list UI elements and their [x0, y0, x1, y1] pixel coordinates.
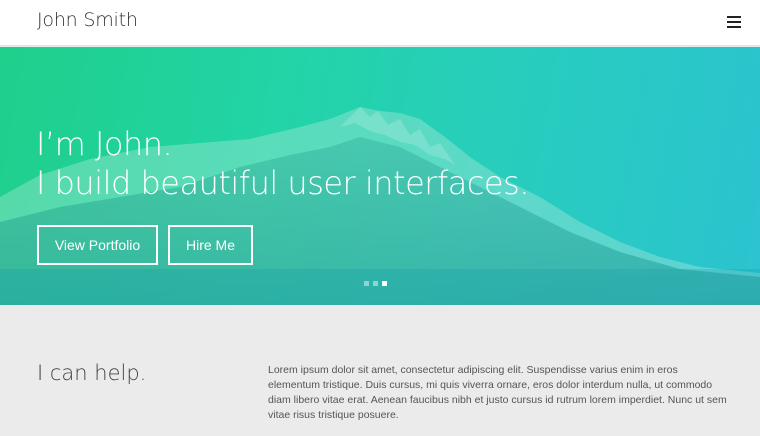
slide-dot-1[interactable]	[364, 281, 369, 286]
brand-name[interactable]: John Smith	[37, 9, 138, 31]
help-section: I can help. Lorem ipsum dolor sit amet, …	[0, 305, 760, 436]
navbar: John Smith	[0, 0, 760, 46]
hire-me-button[interactable]: Hire Me	[168, 225, 253, 265]
hero-heading-line1: I’m John.	[36, 125, 173, 163]
hero-banner: I’m John. I build beautiful user interfa…	[0, 47, 760, 305]
help-paragraph: Lorem ipsum dolor sit amet, consectetur …	[268, 364, 727, 421]
slide-dot-2[interactable]	[373, 281, 378, 286]
view-portfolio-button[interactable]: View Portfolio	[37, 225, 158, 265]
help-heading: I can help.	[37, 361, 147, 385]
hero-heading: I’m John. I build beautiful user interfa…	[36, 125, 529, 203]
slide-dot-3[interactable]	[382, 281, 387, 286]
hero-heading-line2: I build beautiful user interfaces.	[36, 164, 529, 202]
hamburger-menu-icon[interactable]	[723, 12, 747, 32]
